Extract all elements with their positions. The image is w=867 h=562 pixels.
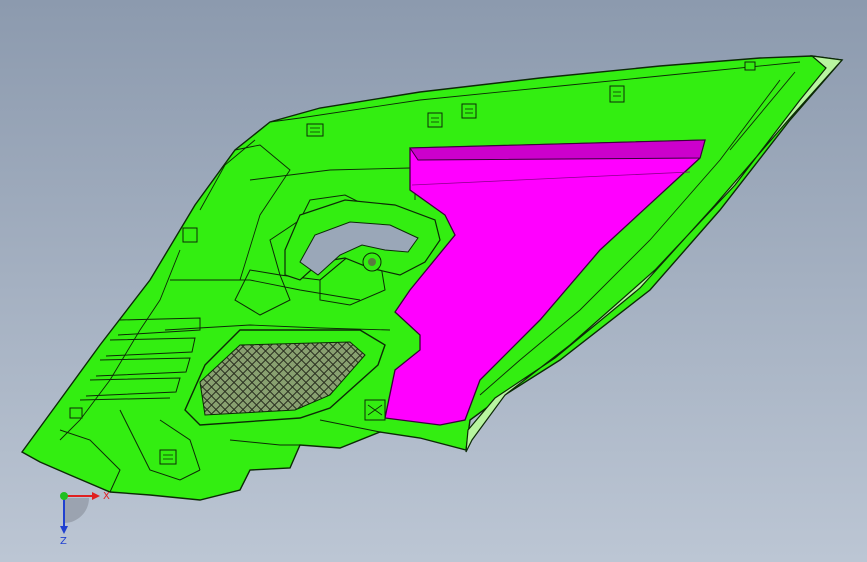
graphics-viewport[interactable]: X Z	[0, 0, 867, 562]
trim-panel-model[interactable]	[0, 0, 867, 562]
z-axis-arrow	[60, 526, 68, 534]
z-axis-label: Z	[60, 536, 67, 547]
x-axis-arrow	[92, 492, 100, 500]
orientation-triad[interactable]: X Z	[44, 480, 114, 550]
triad-shadow	[64, 498, 89, 523]
x-axis-label: X	[103, 491, 110, 502]
handle-boss-hole	[368, 258, 376, 266]
y-axis-dot	[60, 492, 68, 500]
